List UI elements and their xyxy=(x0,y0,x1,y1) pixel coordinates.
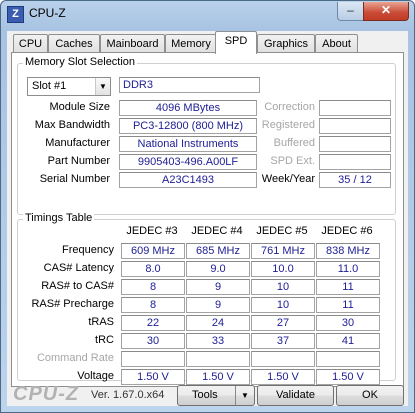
command-rate-jedec-5 xyxy=(251,351,315,367)
cas-latency-jedec-4: 9.0 xyxy=(186,261,250,277)
frequency-jedec-3: 609 MHz xyxy=(121,243,185,259)
correction-label: Correction xyxy=(264,101,315,113)
command-rate-jedec-3 xyxy=(121,351,185,367)
max-bandwidth-label: Max Bandwidth xyxy=(34,119,110,131)
part-number-value: 9905403-496.A00LF xyxy=(119,154,257,170)
registered-value xyxy=(319,118,391,134)
voltage-label: Voltage xyxy=(77,370,114,382)
memory-type-value: DDR3 xyxy=(119,77,260,93)
tab-mainboard[interactable]: Mainboard xyxy=(100,34,165,53)
buffered-label: Buffered xyxy=(273,137,315,149)
manufacturer-label: Manufacturer xyxy=(45,137,110,149)
ras-to-cas-label: RAS# to CAS# xyxy=(41,280,114,292)
ras-precharge-jedec-5: 10 xyxy=(251,297,315,313)
validate-button[interactable]: Validate xyxy=(257,385,334,406)
version-label: Ver. 1.67.0.x64 xyxy=(91,389,165,401)
memory-slot-group: Memory Slot Selection Slot #1 ▼ DDR3 Mod… xyxy=(17,56,396,215)
cpuz-window: Z CPU-Z – ✕ CPU Caches Mainboard Memory … xyxy=(0,0,415,413)
voltage-jedec-6: 1.50 V xyxy=(316,369,380,385)
frequency-label: Frequency xyxy=(62,244,114,256)
tras-jedec-5: 27 xyxy=(251,315,315,331)
frequency-jedec-4: 685 MHz xyxy=(186,243,250,259)
tab-spd[interactable]: SPD xyxy=(215,31,257,54)
serial-number-label: Serial Number xyxy=(39,173,110,185)
buffered-value xyxy=(319,136,391,152)
title-bar[interactable]: Z CPU-Z – ✕ xyxy=(1,1,414,27)
spd-panel: Memory Slot Selection Slot #1 ▼ DDR3 Mod… xyxy=(11,52,404,387)
chevron-down-icon[interactable]: ▼ xyxy=(95,78,110,95)
voltage-jedec-3: 1.50 V xyxy=(121,369,185,385)
ras-precharge-jedec-6: 11 xyxy=(316,297,380,313)
ras-precharge-jedec-4: 9 xyxy=(186,297,250,313)
timings-table-legend: Timings Table xyxy=(23,212,95,224)
trc-jedec-3: 30 xyxy=(121,333,185,349)
spd-ext-label: SPD Ext. xyxy=(270,155,315,167)
slot-select[interactable]: Slot #1 ▼ xyxy=(27,77,111,96)
spd-ext-value xyxy=(319,154,391,170)
frequency-jedec-6: 838 MHz xyxy=(316,243,380,259)
week-year-label: Week/Year xyxy=(261,173,315,185)
col-header-jedec-6: JEDEC #6 xyxy=(321,225,373,237)
slot-select-value: Slot #1 xyxy=(32,80,67,92)
tras-jedec-4: 24 xyxy=(186,315,250,331)
module-size-value: 4096 MBytes xyxy=(119,100,257,116)
ras-precharge-label: RAS# Precharge xyxy=(31,298,114,310)
part-number-label: Part Number xyxy=(47,155,110,167)
cas-latency-jedec-5: 10.0 xyxy=(251,261,315,277)
tools-button-label: Tools xyxy=(192,389,218,401)
tab-cpu[interactable]: CPU xyxy=(13,34,48,53)
command-rate-jedec-4 xyxy=(186,351,250,367)
minimize-button[interactable]: – xyxy=(337,2,364,21)
col-header-jedec-5: JEDEC #5 xyxy=(256,225,308,237)
voltage-jedec-5: 1.50 V xyxy=(251,369,315,385)
cas-latency-jedec-3: 8.0 xyxy=(121,261,185,277)
trc-jedec-5: 37 xyxy=(251,333,315,349)
frequency-jedec-5: 761 MHz xyxy=(251,243,315,259)
cas-latency-jedec-6: 11.0 xyxy=(316,261,380,277)
tab-about[interactable]: About xyxy=(315,34,358,53)
col-header-jedec-4: JEDEC #4 xyxy=(191,225,243,237)
ras-to-cas-jedec-3: 8 xyxy=(121,279,185,295)
tools-dropdown-icon[interactable]: ▼ xyxy=(235,386,254,405)
module-size-label: Module Size xyxy=(49,101,110,113)
manufacturer-value: National Instruments xyxy=(119,136,257,152)
footer-bar: CPU-Z Ver. 1.67.0.x64 Tools ▼ Validate O… xyxy=(7,383,408,406)
trc-label: tRC xyxy=(95,334,114,346)
tras-label: tRAS xyxy=(88,316,114,328)
correction-value xyxy=(319,100,391,116)
serial-number-value: A23C1493 xyxy=(119,172,257,188)
ras-to-cas-jedec-5: 10 xyxy=(251,279,315,295)
tab-memory[interactable]: Memory xyxy=(165,34,217,53)
registered-label: Registered xyxy=(261,119,315,131)
tras-jedec-6: 30 xyxy=(316,315,380,331)
command-rate-jedec-6 xyxy=(316,351,380,367)
cas-latency-label: CAS# Latency xyxy=(43,262,114,274)
voltage-jedec-4: 1.50 V xyxy=(186,369,250,385)
week-year-value: 35 / 12 xyxy=(319,172,391,188)
close-button[interactable]: ✕ xyxy=(363,2,409,21)
command-rate-label: Command Rate xyxy=(36,352,114,364)
tab-graphics[interactable]: Graphics xyxy=(257,34,315,53)
ras-to-cas-jedec-4: 9 xyxy=(186,279,250,295)
trc-jedec-6: 41 xyxy=(316,333,380,349)
ras-to-cas-jedec-6: 11 xyxy=(316,279,380,295)
col-header-jedec-3: JEDEC #3 xyxy=(126,225,178,237)
window-title: CPU-Z xyxy=(29,6,66,20)
ok-button[interactable]: OK xyxy=(336,385,404,406)
cpuz-app-icon: Z xyxy=(7,6,24,23)
tras-jedec-3: 22 xyxy=(121,315,185,331)
ras-precharge-jedec-3: 8 xyxy=(121,297,185,313)
timings-table-group: Timings Table JEDEC #3 JEDEC #4 JEDEC #5… xyxy=(17,212,396,385)
max-bandwidth-value: PC3-12800 (800 MHz) xyxy=(119,118,257,134)
cpuz-brand-logo: CPU-Z xyxy=(13,383,80,405)
memory-slot-legend: Memory Slot Selection xyxy=(23,56,138,68)
client-area: CPU Caches Mainboard Memory SPD Graphics… xyxy=(7,31,408,406)
trc-jedec-4: 33 xyxy=(186,333,250,349)
tab-caches[interactable]: Caches xyxy=(48,34,100,53)
tools-button[interactable]: Tools ▼ xyxy=(177,385,255,406)
